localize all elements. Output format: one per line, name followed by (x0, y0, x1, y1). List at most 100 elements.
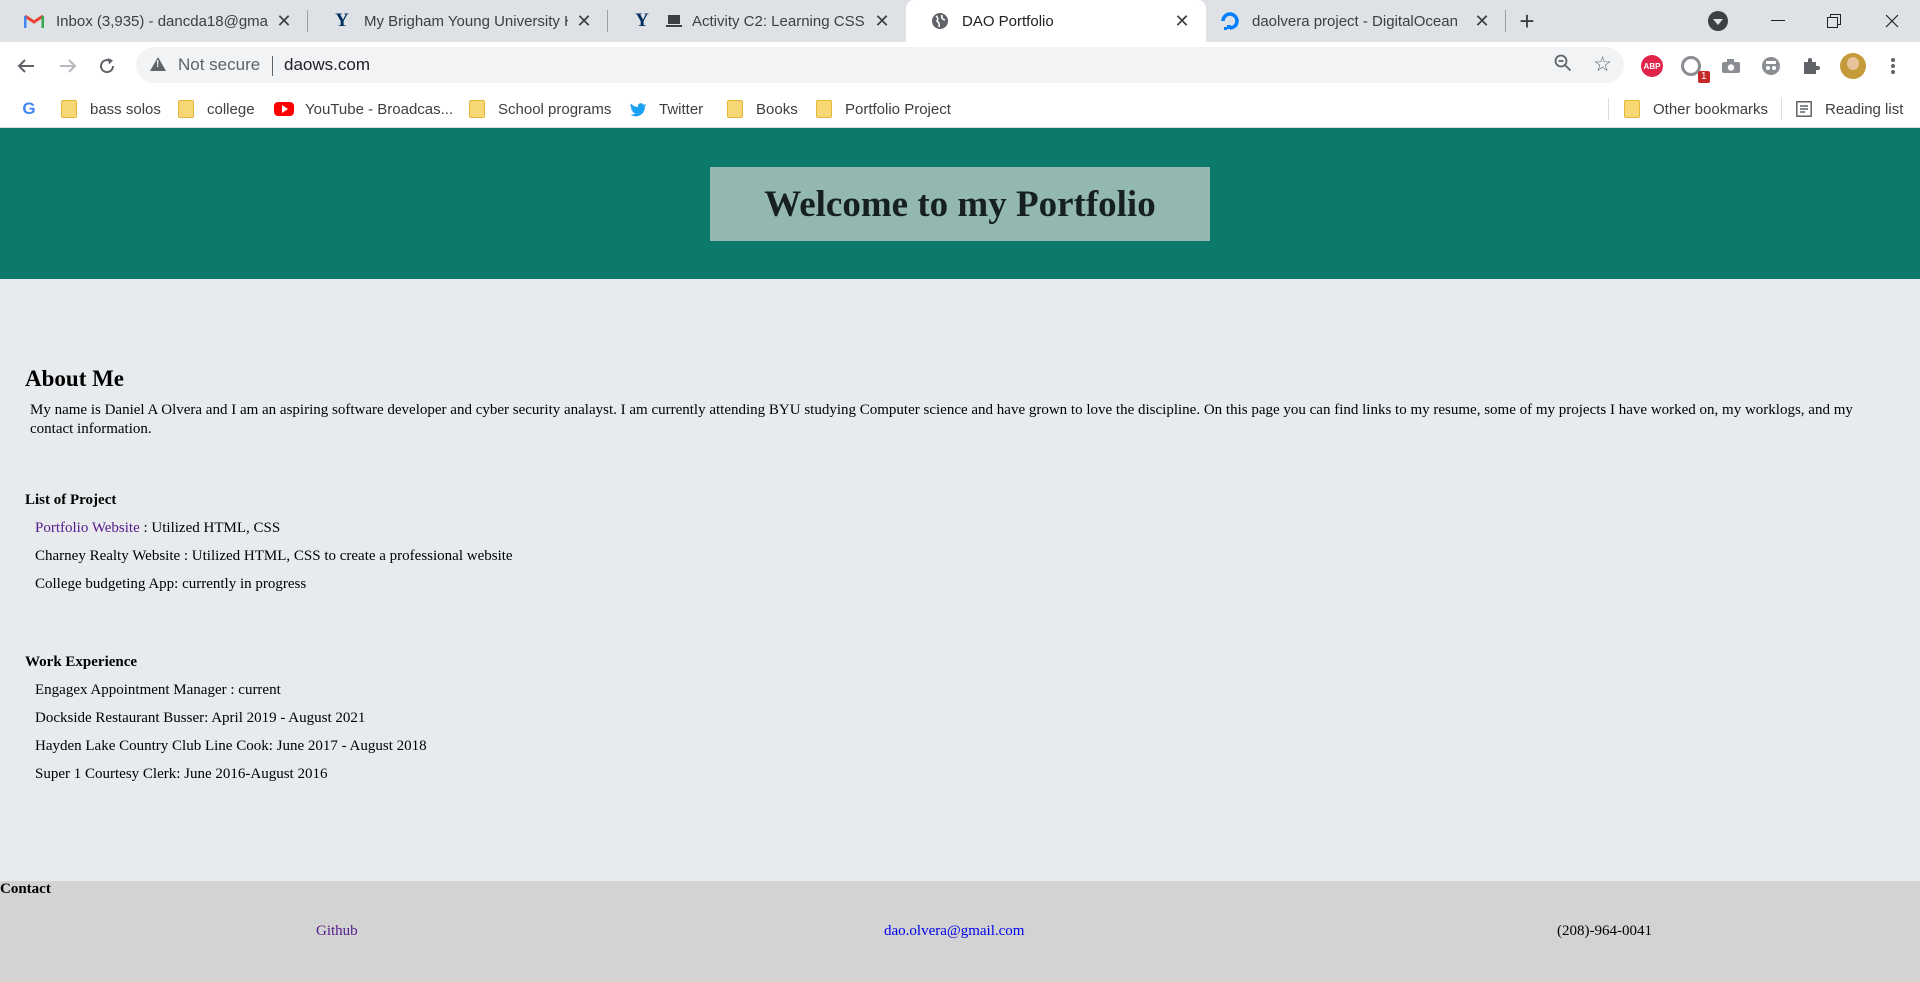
new-tab-button[interactable]: + (1513, 8, 1541, 36)
bookmark-portfolio-project[interactable]: Portfolio Project (815, 90, 951, 128)
back-button[interactable] (10, 50, 42, 82)
folder-icon (815, 100, 833, 118)
tab-label: daolvera project - DigitalOcean (1252, 12, 1458, 30)
spy-icon (1762, 57, 1780, 75)
more-vertical-icon (1891, 58, 1895, 74)
about-text: My name is Daniel A Olvera and I am an a… (30, 402, 1853, 437)
laptop-icon (664, 11, 684, 31)
camera-icon (1722, 59, 1740, 73)
adblock-icon: ABP (1641, 55, 1663, 77)
bookmark-books[interactable]: Books (726, 90, 798, 128)
extension-button[interactable]: 1 (1679, 54, 1710, 83)
tab-activity-c2[interactable]: Y Activity C2: Learning CSS Part ✕ (608, 0, 906, 42)
bookmark-college[interactable]: college (177, 90, 255, 128)
header-banner: Welcome to my Portfolio (0, 128, 1920, 279)
folder-icon (60, 100, 78, 118)
puzzle-icon (1804, 58, 1820, 74)
work-item: Engagex Appointment Manager : current (35, 682, 281, 698)
page-title: Welcome to my Portfolio (710, 167, 1210, 241)
restore-icon (1827, 14, 1841, 28)
close-icon[interactable]: ✕ (1172, 11, 1192, 31)
bookmark-label: Books (756, 100, 798, 118)
reload-icon (100, 58, 115, 74)
folder-icon (726, 100, 744, 118)
youtube-icon (273, 100, 295, 118)
bookmark-twitter[interactable]: Twitter (629, 90, 703, 128)
contact-footer: Contact Github dao.olvera@gmail.com (208… (0, 881, 1920, 982)
extension-badge: 1 (1698, 71, 1710, 83)
minimize-icon (1771, 20, 1785, 21)
tab-separator (1505, 10, 1506, 32)
google-icon: G (22, 99, 36, 118)
close-icon[interactable]: ✕ (274, 11, 294, 31)
globe-icon (930, 11, 950, 31)
extensions-menu-button[interactable] (1799, 54, 1823, 78)
digitalocean-icon (1220, 11, 1240, 31)
gmail-icon (24, 11, 44, 31)
byu-icon: Y (635, 10, 649, 31)
tab-dao-portfolio[interactable]: DAO Portfolio ✕ (906, 0, 1206, 42)
close-icon[interactable]: ✕ (872, 11, 892, 31)
tab-gmail[interactable]: Inbox (3,935) - dancda18@gmail.com ✕ (0, 0, 308, 42)
reading-list-icon (1795, 100, 1813, 118)
bookmark-label: YouTube - Broadcas... (305, 100, 454, 118)
minimize-button[interactable] (1750, 0, 1806, 42)
extension-circle-icon: 1 (1681, 56, 1710, 83)
back-arrow-icon (17, 59, 34, 73)
projects-heading: List of Project (25, 492, 117, 508)
reload-button[interactable] (91, 50, 123, 82)
tab-label: DAO Portfolio (962, 12, 1054, 30)
zoom-icon[interactable] (1554, 54, 1572, 77)
tab-byu-home[interactable]: Y My Brigham Young University Home ✕ (308, 0, 608, 42)
browser-menu-button[interactable] (1881, 54, 1905, 78)
tab-digitalocean[interactable]: daolvera project - DigitalOcean ✕ (1206, 0, 1506, 42)
project-item: Portfolio Website : Utilized HTML, CSS (35, 520, 280, 537)
warning-icon[interactable] (150, 57, 166, 71)
forward-arrow-icon (60, 59, 77, 73)
bookmark-star-icon[interactable]: ☆ (1593, 52, 1612, 77)
reading-list[interactable]: Reading list (1795, 90, 1903, 128)
close-icon[interactable]: ✕ (574, 11, 594, 31)
close-icon[interactable]: ✕ (1472, 11, 1492, 31)
about-heading: About Me (25, 366, 125, 391)
adblock-extension-button[interactable]: ABP (1640, 54, 1664, 78)
tab-label: Activity C2: Learning CSS Part (692, 12, 866, 30)
google-apps-bookmark[interactable]: G (20, 90, 50, 128)
restore-button[interactable] (1806, 0, 1862, 42)
tab-strip: Inbox (3,935) - dancda18@gmail.com ✕ Y M… (0, 0, 1920, 42)
bookmarks-divider (1608, 98, 1609, 120)
bookmark-youtube[interactable]: YouTube - Broadcas... (273, 90, 453, 128)
bookmark-label: Twitter (659, 100, 704, 118)
work-item: Dockside Restaurant Busser: April 2019 -… (35, 710, 366, 726)
close-icon (1885, 14, 1899, 28)
bookmark-school-programs[interactable]: School programs (468, 90, 611, 128)
phone-number: (208)-964-0041 (1557, 923, 1652, 939)
bookmarks-bar: G bass solos college YouTube - Broadcas.… (0, 90, 1920, 128)
close-window-button[interactable] (1864, 0, 1920, 42)
page-content: Welcome to my Portfolio About Me My name… (0, 128, 1920, 982)
contact-heading: Contact (0, 881, 51, 897)
folder-icon (468, 100, 486, 118)
url-text[interactable]: daows.com (284, 55, 370, 75)
folder-icon (177, 100, 195, 118)
camera-extension-button[interactable] (1719, 54, 1743, 78)
email-link[interactable]: dao.olvera@gmail.com (884, 923, 1024, 940)
profile-button[interactable] (1839, 52, 1867, 80)
security-label[interactable]: Not secure (178, 55, 260, 75)
address-divider (272, 56, 273, 76)
browser-toolbar: Not secure daows.com ☆ ABP 1 (0, 42, 1920, 90)
bookmark-bass-solos[interactable]: bass solos (60, 90, 161, 128)
portfolio-website-link[interactable]: Portfolio Website (35, 520, 140, 536)
bookmark-label: bass solos (90, 100, 161, 118)
tab-search-icon[interactable] (1708, 11, 1728, 31)
bookmark-label: School programs (498, 100, 612, 118)
address-bar[interactable]: Not secure daows.com ☆ (136, 47, 1624, 83)
project-item: Charney Realty Website : Utilized HTML, … (35, 548, 513, 564)
other-bookmarks[interactable]: Other bookmarks (1623, 90, 1768, 128)
bookmark-label: Portfolio Project (845, 100, 951, 118)
work-item: Super 1 Courtesy Clerk: June 2016-August… (35, 766, 328, 782)
byu-icon: Y (335, 10, 349, 31)
forward-button[interactable] (52, 50, 84, 82)
github-link[interactable]: Github (316, 923, 358, 940)
incognito-extension-button[interactable] (1759, 54, 1783, 78)
